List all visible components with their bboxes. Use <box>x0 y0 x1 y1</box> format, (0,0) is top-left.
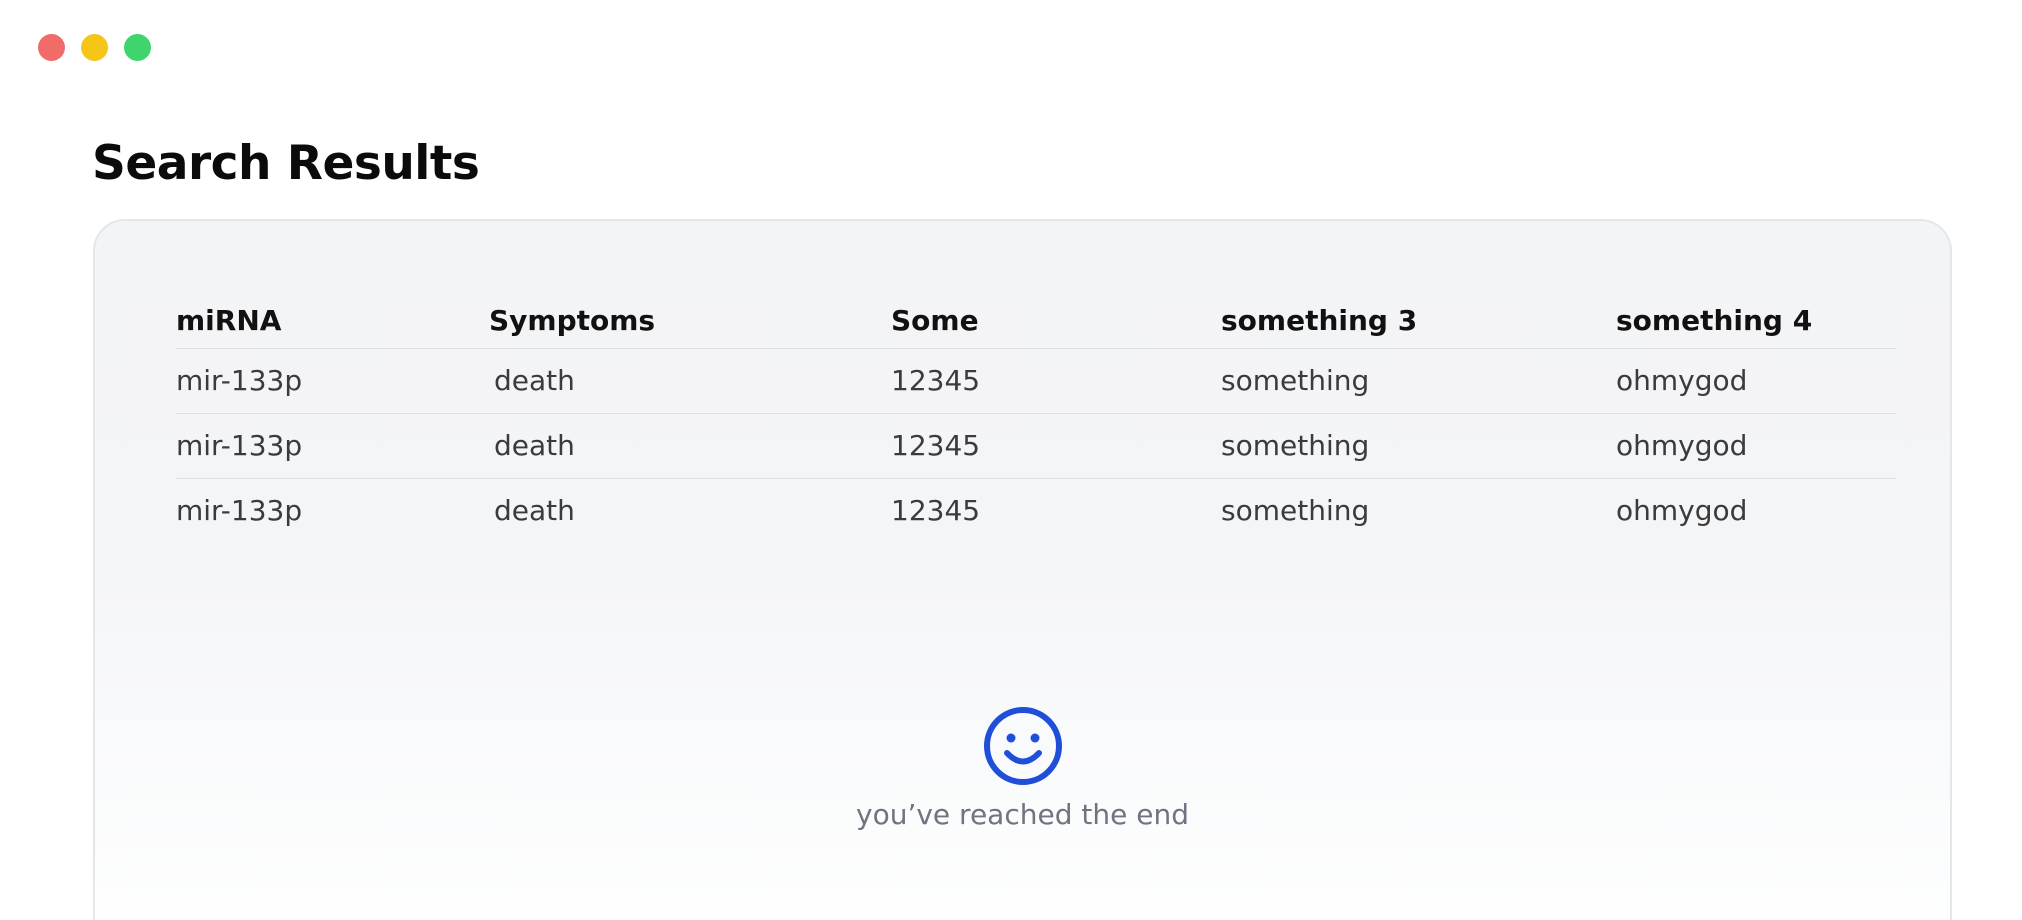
cell-some: 12345 <box>891 494 981 528</box>
results-card: miRNA Symptoms Some something 3 somethin… <box>93 219 1952 920</box>
cell-mirna: mir-133p <box>176 494 303 528</box>
window-controls <box>38 34 151 61</box>
cell-symptoms: death <box>494 494 575 528</box>
cell-something-3: something <box>1221 348 1616 414</box>
smile-icon <box>983 707 1062 785</box>
column-header-symptoms[interactable]: Symptoms <box>489 293 891 349</box>
cell-something-4: ohmygod <box>1616 348 1896 414</box>
cell-mirna: mir-133p <box>176 413 489 479</box>
page-title: Search Results <box>92 136 480 191</box>
table-row[interactable]: mir-133p death 12345 something ohmygod <box>176 413 1896 479</box>
column-header-something-4[interactable]: something 4 <box>1616 293 1896 349</box>
cell-something-4: ohmygod <box>1616 494 1748 528</box>
cell-something-3: something <box>1221 494 1370 528</box>
results-table: miRNA Symptoms Some something 3 somethin… <box>176 293 1896 543</box>
cell-some: 12345 <box>891 348 1221 414</box>
cell-something-4: ohmygod <box>1616 413 1896 479</box>
cell-mirna: mir-133p <box>176 348 489 414</box>
cell-something-3: something <box>1221 413 1616 479</box>
close-window-button[interactable] <box>38 34 65 61</box>
cell-symptoms: death <box>489 413 891 479</box>
end-of-results: you’ve reached the end <box>95 706 1950 831</box>
column-header-mirna[interactable]: miRNA <box>176 293 489 349</box>
cell-some: 12345 <box>891 413 1221 479</box>
minimize-window-button[interactable] <box>81 34 108 61</box>
column-header-something-3[interactable]: something 3 <box>1221 293 1616 349</box>
table-row[interactable]: mir-133p death 12345 something ohmygod <box>176 348 1896 414</box>
column-header-some[interactable]: Some <box>891 293 1221 349</box>
cell-symptoms: death <box>489 348 891 414</box>
table-header-row: miRNA Symptoms Some something 3 somethin… <box>176 293 1896 349</box>
table-row[interactable]: mir-133p death 12345 something ohmygod <box>176 478 1896 543</box>
end-of-results-message: you’ve reached the end <box>856 798 1189 831</box>
maximize-window-button[interactable] <box>124 34 151 61</box>
app-window: Search Results miRNA Symptoms Some somet… <box>0 0 2022 920</box>
